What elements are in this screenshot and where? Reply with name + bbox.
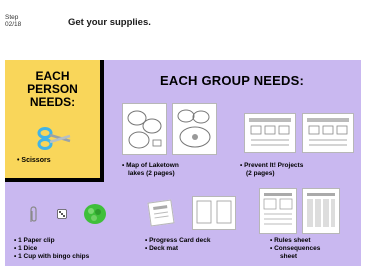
list-item: • 1 Paper clip <box>14 237 55 244</box>
prevent-label: • Prevent It! Projects (2 pages) <box>240 162 303 178</box>
dice-icon <box>57 209 67 219</box>
each-person-heading: EACH PERSON NEEDS: <box>5 70 100 109</box>
label-line: • Map of Laketown <box>122 162 179 169</box>
list-item: • 1 Cup with bingo chips <box>14 253 90 260</box>
each-person-box: EACH PERSON NEEDS: • Scissors <box>5 60 104 182</box>
list-item: • Consequences <box>270 245 321 252</box>
step-indicator: Step 02/18 <box>5 14 21 28</box>
small-items-label: • 1 Paper clip • 1 Dice • 1 Cup with bin… <box>14 237 89 261</box>
list-item: • Rules sheet <box>270 237 311 244</box>
scissors-label: • Scissors <box>17 157 51 164</box>
card-items-label: • Progress Card deck • Deck mat <box>145 237 211 253</box>
map-sheet-2 <box>172 103 217 155</box>
bingo-chips-icon <box>84 204 106 224</box>
step-number: 02/18 <box>5 21 22 28</box>
rules-sheet <box>259 188 297 234</box>
map-label: • Map of Laketown lakes (2 pages) <box>122 162 179 178</box>
list-item: • Progress Card deck <box>145 237 211 244</box>
each-group-heading: EACH GROUP NEEDS: <box>160 73 305 88</box>
progress-card-deck <box>147 199 175 227</box>
prevent-sheet-1 <box>244 113 296 153</box>
paper-clip-icon <box>30 206 37 222</box>
prevent-sheet-2 <box>302 113 354 153</box>
list-item: • Deck mat <box>145 245 178 252</box>
scissors-icon <box>37 127 71 150</box>
slide: Step 02/18 Get your supplies. EACH PERSO… <box>0 0 370 277</box>
heading-line: NEEDS: <box>29 95 76 109</box>
label-line: • Prevent It! Projects <box>240 162 304 169</box>
deck-mat <box>192 196 236 230</box>
rules-items-label: • Rules sheet • Consequences sheet <box>270 237 320 261</box>
list-item: • 1 Dice <box>14 245 38 252</box>
label-line: lakes (2 pages) <box>128 170 175 177</box>
consequences-sheet <box>302 188 340 234</box>
map-sheet-1 <box>122 103 167 155</box>
label-line: (2 pages) <box>246 170 275 177</box>
page-title: Get your supplies. <box>68 17 151 28</box>
step-label: Step <box>5 14 19 21</box>
list-item: sheet <box>280 253 297 260</box>
